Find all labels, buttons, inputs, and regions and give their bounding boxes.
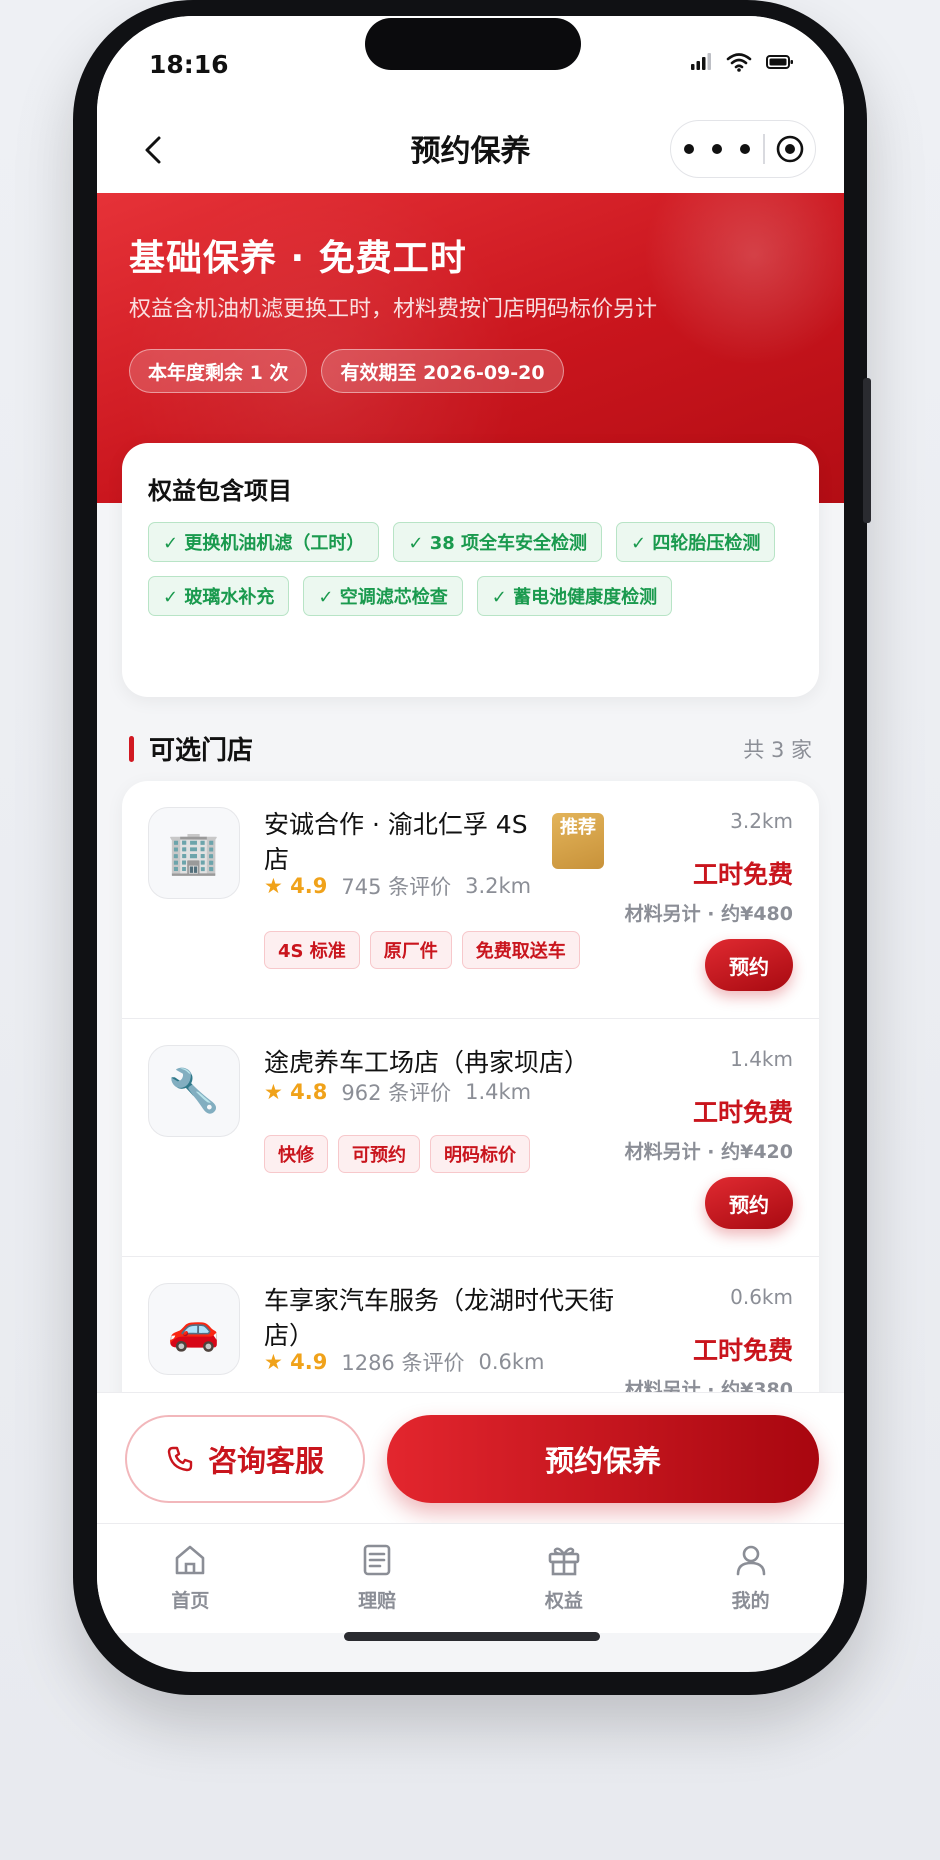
benefit-tag: ✓ 四轮胎压检测	[616, 522, 776, 562]
tab-claims[interactable]: 理赔	[284, 1524, 471, 1633]
miniprogram-capsule	[670, 120, 816, 178]
status-icons	[690, 52, 794, 72]
store-reviews: 1286 条评价	[341, 1351, 465, 1375]
store-meta: ★ 4.9 745 条评价 3.2km	[264, 871, 531, 901]
phone-frame: 18:16 预约保养 基础保养 · 免费工时 权益含机油机滤更换工时，材料费按门…	[73, 0, 871, 1695]
store-list: 🏢 安诚合作 · 渝北仁孚 4S 店 推荐 ★ 4.9 745 条评价 3.2k…	[122, 781, 819, 1406]
store-distance: 1.4km	[730, 1047, 793, 1071]
close-miniprogram-icon[interactable]	[765, 134, 816, 164]
store-meta-distance: 0.6km	[478, 1350, 545, 1374]
car-icon: 🚗	[148, 1283, 240, 1375]
tab-label: 权益	[544, 1590, 583, 1612]
store-distance: 0.6km	[730, 1285, 793, 1309]
book-store-button[interactable]: 预约	[705, 939, 793, 991]
signal-icon	[691, 53, 711, 70]
status-time: 18:16	[149, 50, 229, 79]
stores-count: 共 3 家	[743, 738, 812, 762]
hero-subtitle: 权益含机油机滤更换工时，材料费按门店明码标价另计	[129, 297, 658, 322]
dynamic-island	[365, 18, 581, 70]
document-icon	[363, 1544, 391, 1576]
labor-free-label: 工时免费	[692, 1336, 793, 1365]
store-rating: ★ 4.9	[264, 874, 328, 898]
benefit-tag: ✓ 更换机油机滤（工时）	[148, 522, 380, 562]
book-store-button[interactable]: 预约	[705, 1177, 793, 1229]
benefit-tag: ✓ 玻璃水补充	[148, 576, 290, 616]
store-tags: 快修 可预约 明码标价	[264, 1135, 530, 1173]
benefit-tag: ✓ 38 项全车安全检测	[393, 522, 603, 562]
recommend-badge: 推荐	[552, 813, 604, 869]
nav-bar: 预约保养	[97, 106, 844, 193]
consult-service-button[interactable]: 咨询客服	[125, 1415, 365, 1503]
store-tag: 快修	[264, 1135, 328, 1173]
tab-home[interactable]: 首页	[97, 1524, 284, 1633]
stores-section-title: 可选门店	[149, 736, 254, 766]
store-name: 途虎养车工场店（冉家坝店）	[264, 1048, 590, 1077]
material-price: 材料另计 · 约¥480	[624, 903, 793, 925]
home-icon	[176, 1545, 205, 1575]
wifi-icon	[726, 53, 752, 72]
remaining-count-pill: 本年度剩余 1 次	[129, 349, 308, 393]
store-item[interactable]: 🔧 途虎养车工场店（冉家坝店） ★ 4.8 962 条评价 1.4km 快修 可…	[122, 1019, 819, 1257]
store-meta-distance: 1.4km	[465, 1080, 532, 1104]
store-tag: 原厂件	[369, 931, 452, 969]
wrench-icon: 🔧	[148, 1045, 240, 1137]
more-menu-icon[interactable]	[671, 144, 763, 154]
side-button	[863, 378, 871, 523]
tab-label: 理赔	[358, 1590, 397, 1612]
tab-benefits[interactable]: 权益	[471, 1524, 658, 1633]
store-distance: 3.2km	[730, 809, 793, 833]
store-name: 安诚合作 · 渝北仁孚 4S 店	[264, 810, 528, 874]
home-indicator	[344, 1632, 600, 1641]
store-name: 车享家汽车服务（龙湖时代天街店）	[264, 1286, 615, 1350]
screen: 18:16 预约保养 基础保养 · 免费工时 权益含机油机滤更换工时，材料费按门…	[97, 16, 844, 1672]
tab-bar: 首页 理赔 权益 我的	[97, 1523, 844, 1633]
benefit-tag: ✓ 蓄电池健康度检测	[476, 576, 673, 616]
material-price: 材料另计 · 约¥420	[624, 1141, 793, 1163]
book-maintenance-button[interactable]: 预约保养	[387, 1415, 819, 1503]
store-item[interactable]: 🏢 安诚合作 · 渝北仁孚 4S 店 推荐 ★ 4.9 745 条评价 3.2k…	[122, 781, 819, 1019]
store-tags: 4S 标准 原厂件 免费取送车	[264, 931, 580, 969]
benefit-items-title: 权益包含项目	[148, 477, 292, 505]
tab-label: 我的	[731, 1590, 770, 1612]
phone-icon	[167, 1446, 193, 1472]
store-reviews: 962 条评价	[341, 1081, 452, 1105]
expiry-pill: 有效期至 2026-09-20	[321, 349, 564, 393]
hero-pills: 本年度剩余 1 次 有效期至 2026-09-20	[129, 349, 564, 393]
store-reviews: 745 条评价	[341, 875, 452, 899]
benefit-tags: ✓ 更换机油机滤（工时） ✓ 38 项全车安全检测 ✓ 四轮胎压检测 ✓ 玻璃水…	[148, 522, 793, 616]
bottom-action-bar: 咨询客服 预约保养	[97, 1392, 844, 1523]
user-icon	[736, 1545, 765, 1576]
section-accent-bar	[129, 736, 134, 762]
consult-label: 咨询客服	[207, 1444, 324, 1478]
battery-icon	[766, 55, 793, 69]
store-meta-distance: 3.2km	[465, 874, 532, 898]
benefit-items-card: 权益包含项目 ✓ 更换机油机滤（工时） ✓ 38 项全车安全检测 ✓ 四轮胎压检…	[122, 443, 819, 697]
store-rating: ★ 4.9	[264, 1350, 328, 1374]
labor-free-label: 工时免费	[692, 1098, 793, 1127]
store-tag: 明码标价	[430, 1135, 530, 1173]
labor-free-label: 工时免费	[692, 860, 793, 889]
gift-icon	[548, 1547, 580, 1576]
tab-profile[interactable]: 我的	[657, 1524, 844, 1633]
store-meta: ★ 4.8 962 条评价 1.4km	[264, 1077, 531, 1107]
tab-label: 首页	[171, 1590, 210, 1612]
benefit-tag: ✓ 空调滤芯检查	[303, 576, 463, 616]
store-tag: 可预约	[338, 1135, 420, 1173]
store-rating: ★ 4.8	[264, 1080, 328, 1104]
store-meta: ★ 4.9 1286 条评价 0.6km	[264, 1347, 544, 1377]
store-tag: 4S 标准	[264, 931, 360, 969]
store-tag: 免费取送车	[461, 931, 580, 969]
store-item[interactable]: 🚗 车享家汽车服务（龙湖时代天街店） ★ 4.9 1286 条评价 0.6km …	[122, 1257, 819, 1406]
stores-section-header: 可选门店 共 3 家	[129, 728, 812, 768]
building-icon: 🏢	[148, 807, 240, 899]
hero-title: 基础保养 · 免费工时	[129, 238, 467, 279]
